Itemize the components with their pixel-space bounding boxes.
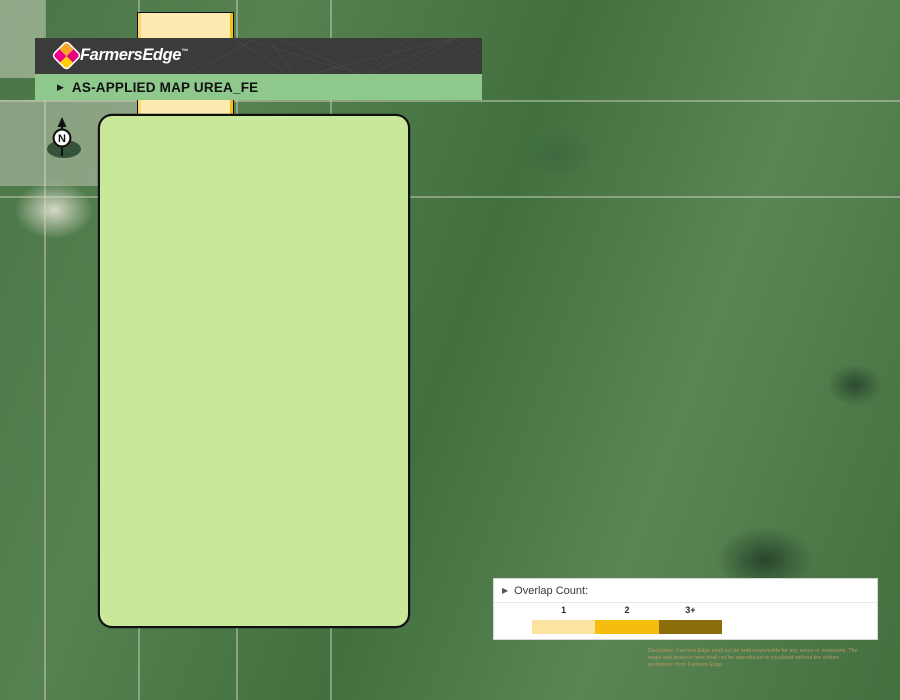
logo-text-farmers: Farmers: [80, 46, 143, 64]
disclaimer-text: Disclaimer: Farmers Edge shall not be he…: [648, 648, 858, 669]
triangle-right-icon: ▶: [502, 586, 509, 595]
overlap-color-bar: [532, 620, 722, 634]
diamond-logo-icon: [53, 42, 80, 69]
application-rate-raster: [100, 116, 408, 626]
compass-north-label: N: [58, 133, 66, 145]
triangle-right-icon: ▶: [57, 81, 64, 92]
map-title-text: AS-APPLIED MAP UREA_FE: [71, 79, 259, 95]
overlap-count-panel: ▶ Overlap Count: 1 2 3+: [493, 578, 878, 640]
farmers-edge-logo: FarmersEdge™: [53, 42, 188, 69]
brand-header-bar: FarmersEdge™: [35, 38, 482, 74]
overlap-color-segment: [658, 620, 722, 634]
logo-text-edge: Edge: [142, 46, 182, 64]
overlap-legend: 1 2 3+: [494, 603, 877, 641]
overlap-tick-labels: 1 2 3+: [532, 605, 722, 615]
overlap-color-segment: [532, 620, 596, 634]
trademark-symbol: ™: [181, 48, 188, 56]
application-rate-layer[interactable]: [100, 116, 408, 626]
overlap-title: Overlap Count:: [514, 584, 589, 597]
overlap-tick-label: 2: [624, 605, 630, 615]
north-arrow-icon: N: [52, 117, 72, 156]
overlap-color-segment: [595, 620, 659, 634]
overlap-header[interactable]: ▶ Overlap Count:: [494, 579, 877, 603]
compass-rose: N: [47, 116, 77, 165]
map-title-bar: ▶ AS-APPLIED MAP UREA_FE: [35, 74, 482, 100]
overlap-tick-label: 3+: [685, 605, 696, 615]
overlap-tick-label: 1: [561, 605, 567, 615]
